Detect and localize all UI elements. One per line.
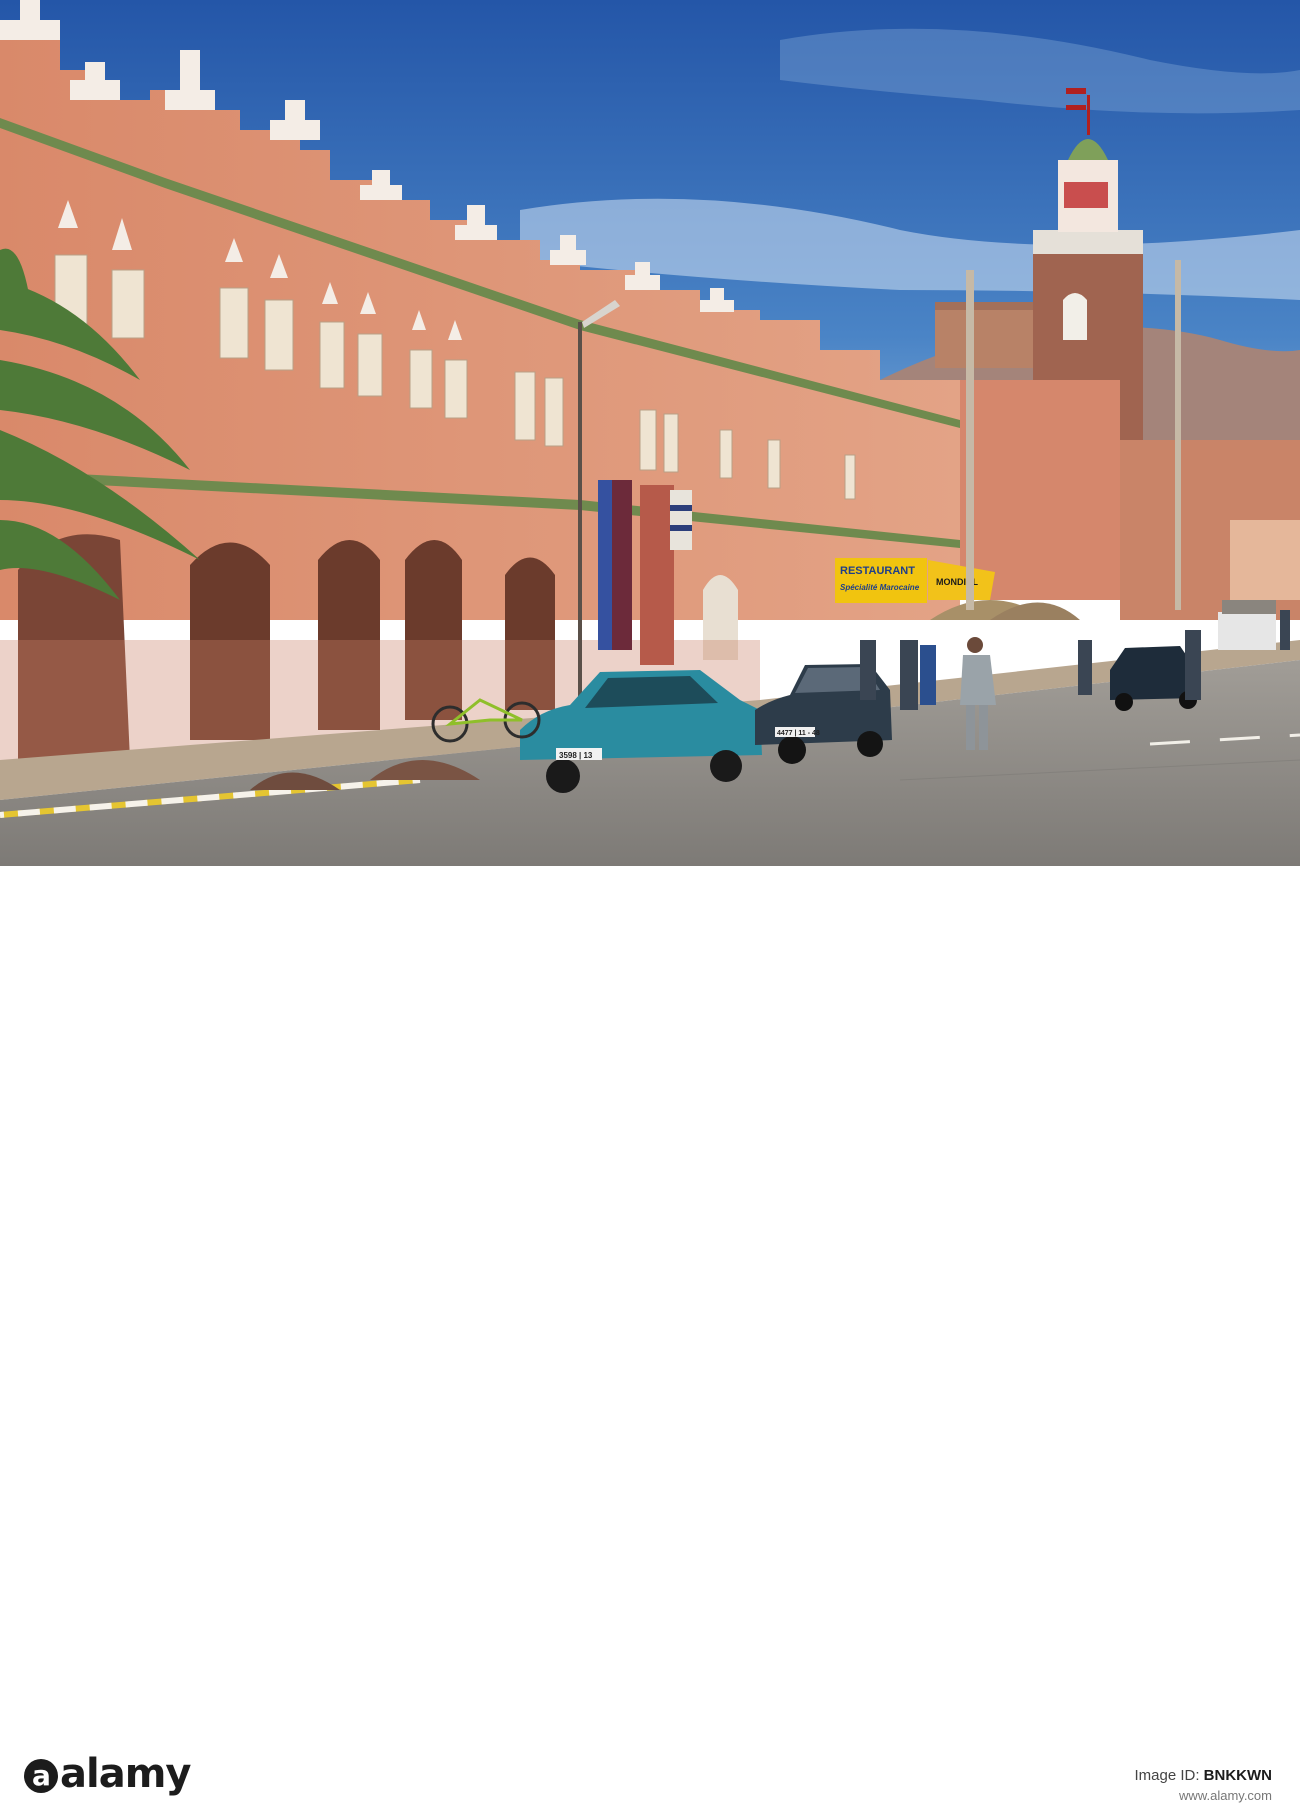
alamy-logo: a alamy — [24, 1751, 191, 1797]
site-url[interactable]: www.alamy.com — [1134, 1786, 1272, 1806]
restaurant-sign-text: RESTAURANT — [840, 565, 915, 577]
alamy-logo-icon: a — [24, 1759, 58, 1793]
street-photo: RESTAURANT Spécialité Marocaine MONDIAL … — [0, 0, 1300, 866]
image-id: BNKKWN — [1203, 1767, 1272, 1784]
image-meta: Image ID: BNKKWN www.alamy.com — [1134, 1766, 1272, 1806]
white-truck — [1218, 600, 1276, 650]
image-id-row: Image ID: BNKKWN — [1134, 1766, 1272, 1786]
restaurant-sign-subtext: Spécialité Marocaine — [840, 583, 920, 592]
blue-car-plate: 3598 | 13 — [559, 751, 593, 760]
stock-footer: a alamy Image ID: BNKKWN www.alamy.com — [0, 866, 1300, 1803]
grey-car-plate: 4477 | 11 - 48 — [777, 730, 820, 737]
image-id-label: Image ID: — [1134, 1767, 1200, 1784]
alamy-logo-text: alamy — [60, 1751, 191, 1797]
